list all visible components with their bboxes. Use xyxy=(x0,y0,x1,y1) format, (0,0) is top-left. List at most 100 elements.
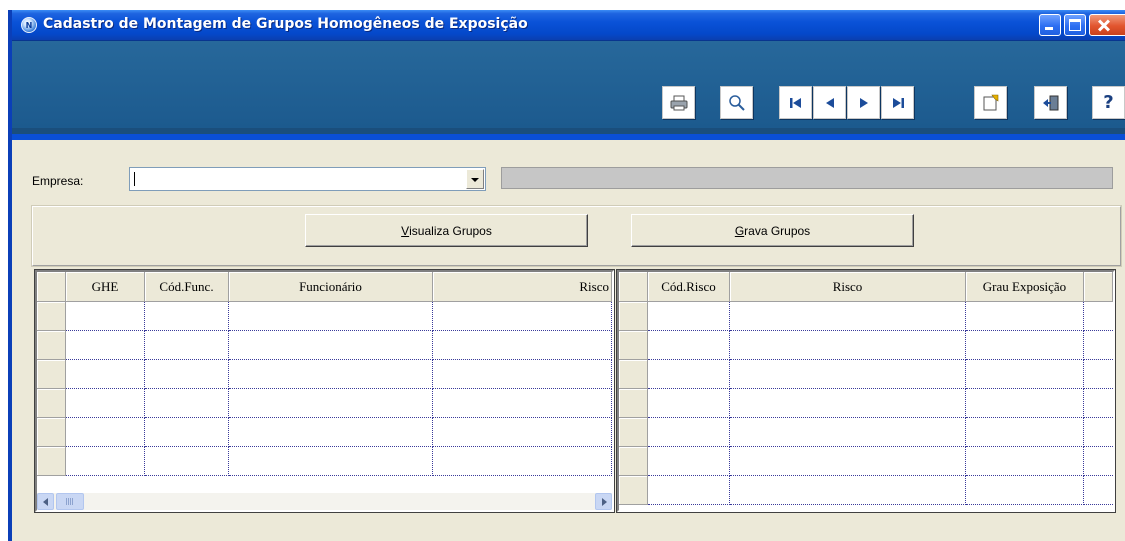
maximize-button[interactable] xyxy=(1064,14,1086,36)
table-cell[interactable] xyxy=(145,331,229,360)
scroll-thumb[interactable] xyxy=(56,493,84,510)
table-row[interactable] xyxy=(619,447,1113,476)
table-cell[interactable] xyxy=(648,360,730,389)
column-header-cod-func[interactable]: Cód.Func. xyxy=(145,272,229,302)
table-cell[interactable] xyxy=(229,447,433,476)
table-row[interactable] xyxy=(37,447,612,476)
table-cell[interactable] xyxy=(966,476,1084,505)
last-record-button[interactable] xyxy=(881,86,914,119)
table-row[interactable] xyxy=(619,476,1113,505)
table-cell[interactable] xyxy=(730,360,966,389)
grava-grupos-button[interactable]: Grava Grupos xyxy=(631,214,914,247)
table-cell[interactable] xyxy=(66,447,145,476)
table-cell[interactable] xyxy=(966,418,1084,447)
table-cell[interactable] xyxy=(229,331,433,360)
empresa-input[interactable] xyxy=(133,171,453,187)
help-button[interactable]: ? xyxy=(1092,86,1125,119)
table-cell[interactable] xyxy=(229,418,433,447)
table-row[interactable] xyxy=(619,331,1113,360)
column-header-funcionario[interactable]: Funcionário xyxy=(229,272,433,302)
table-cell[interactable] xyxy=(433,418,612,447)
column-header-risco[interactable]: Risco xyxy=(433,272,612,302)
table-cell[interactable] xyxy=(730,331,966,360)
exit-button[interactable] xyxy=(1034,86,1067,119)
table-cell[interactable] xyxy=(966,389,1084,418)
next-record-button[interactable] xyxy=(847,86,880,119)
table-cell[interactable] xyxy=(66,360,145,389)
table-cell[interactable] xyxy=(433,360,612,389)
table-cell[interactable] xyxy=(966,302,1084,331)
funcionarios-grid[interactable]: GHE Cód.Func. Funcionário Risco xyxy=(34,269,615,513)
table-cell[interactable] xyxy=(648,476,730,505)
table-cell[interactable] xyxy=(648,302,730,331)
table-cell[interactable] xyxy=(433,302,612,331)
close-button[interactable] xyxy=(1089,14,1125,36)
table-cell[interactable] xyxy=(648,331,730,360)
table-row[interactable] xyxy=(619,302,1113,331)
table-cell[interactable] xyxy=(66,418,145,447)
row-indicator[interactable] xyxy=(37,447,66,476)
row-indicator[interactable] xyxy=(37,302,66,331)
scroll-left-icon[interactable] xyxy=(37,493,54,510)
minimize-button[interactable] xyxy=(1039,14,1061,36)
title-bar[interactable]: N Cadastro de Montagem de Grupos Homogên… xyxy=(12,10,1125,41)
table-cell[interactable] xyxy=(229,360,433,389)
table-cell[interactable] xyxy=(66,331,145,360)
column-header-ghe[interactable]: GHE xyxy=(66,272,145,302)
edit-note-button[interactable] xyxy=(974,86,1007,119)
app-icon[interactable]: N xyxy=(21,17,37,33)
table-cell[interactable] xyxy=(145,302,229,331)
table-row[interactable] xyxy=(619,389,1113,418)
row-indicator[interactable] xyxy=(619,418,648,447)
row-indicator[interactable] xyxy=(37,389,66,418)
row-indicator[interactable] xyxy=(619,331,648,360)
row-indicator[interactable] xyxy=(619,389,648,418)
table-cell[interactable] xyxy=(730,389,966,418)
table-cell[interactable] xyxy=(66,302,145,331)
horizontal-scrollbar[interactable] xyxy=(37,493,612,510)
scroll-right-icon[interactable] xyxy=(595,493,612,510)
table-row[interactable] xyxy=(37,360,612,389)
empresa-combobox[interactable] xyxy=(129,167,486,191)
chevron-down-icon[interactable] xyxy=(466,169,484,189)
print-button[interactable] xyxy=(662,86,695,119)
table-cell[interactable] xyxy=(648,447,730,476)
table-cell[interactable] xyxy=(145,389,229,418)
table-cell[interactable] xyxy=(66,389,145,418)
search-button[interactable] xyxy=(720,86,753,119)
column-header-risco[interactable]: Risco xyxy=(730,272,966,302)
table-row[interactable] xyxy=(37,302,612,331)
column-header-grau-exposicao[interactable]: Grau Exposição xyxy=(966,272,1084,302)
table-cell[interactable] xyxy=(229,389,433,418)
table-cell[interactable] xyxy=(145,418,229,447)
table-cell[interactable] xyxy=(730,476,966,505)
table-cell[interactable] xyxy=(648,389,730,418)
table-cell[interactable] xyxy=(229,302,433,331)
row-indicator[interactable] xyxy=(37,418,66,447)
row-indicator[interactable] xyxy=(619,360,648,389)
row-indicator[interactable] xyxy=(619,447,648,476)
table-cell[interactable] xyxy=(433,331,612,360)
table-cell[interactable] xyxy=(966,360,1084,389)
first-record-button[interactable] xyxy=(779,86,812,119)
table-cell[interactable] xyxy=(145,360,229,389)
table-cell[interactable] xyxy=(433,447,612,476)
table-cell[interactable] xyxy=(730,418,966,447)
table-cell[interactable] xyxy=(730,447,966,476)
table-cell[interactable] xyxy=(648,418,730,447)
visualiza-grupos-button[interactable]: Visualiza Grupos xyxy=(305,214,588,247)
table-cell[interactable] xyxy=(966,447,1084,476)
row-indicator[interactable] xyxy=(619,476,648,505)
table-row[interactable] xyxy=(37,418,612,447)
table-row[interactable] xyxy=(619,360,1113,389)
table-row[interactable] xyxy=(37,389,612,418)
table-cell[interactable] xyxy=(145,447,229,476)
table-cell[interactable] xyxy=(433,389,612,418)
riscos-grid[interactable]: Cód.Risco Risco Grau Exposição xyxy=(616,269,1116,513)
row-indicator[interactable] xyxy=(619,302,648,331)
table-row[interactable] xyxy=(37,331,612,360)
table-row[interactable] xyxy=(619,418,1113,447)
row-indicator[interactable] xyxy=(37,360,66,389)
column-header-cod-risco[interactable]: Cód.Risco xyxy=(648,272,730,302)
table-cell[interactable] xyxy=(966,331,1084,360)
